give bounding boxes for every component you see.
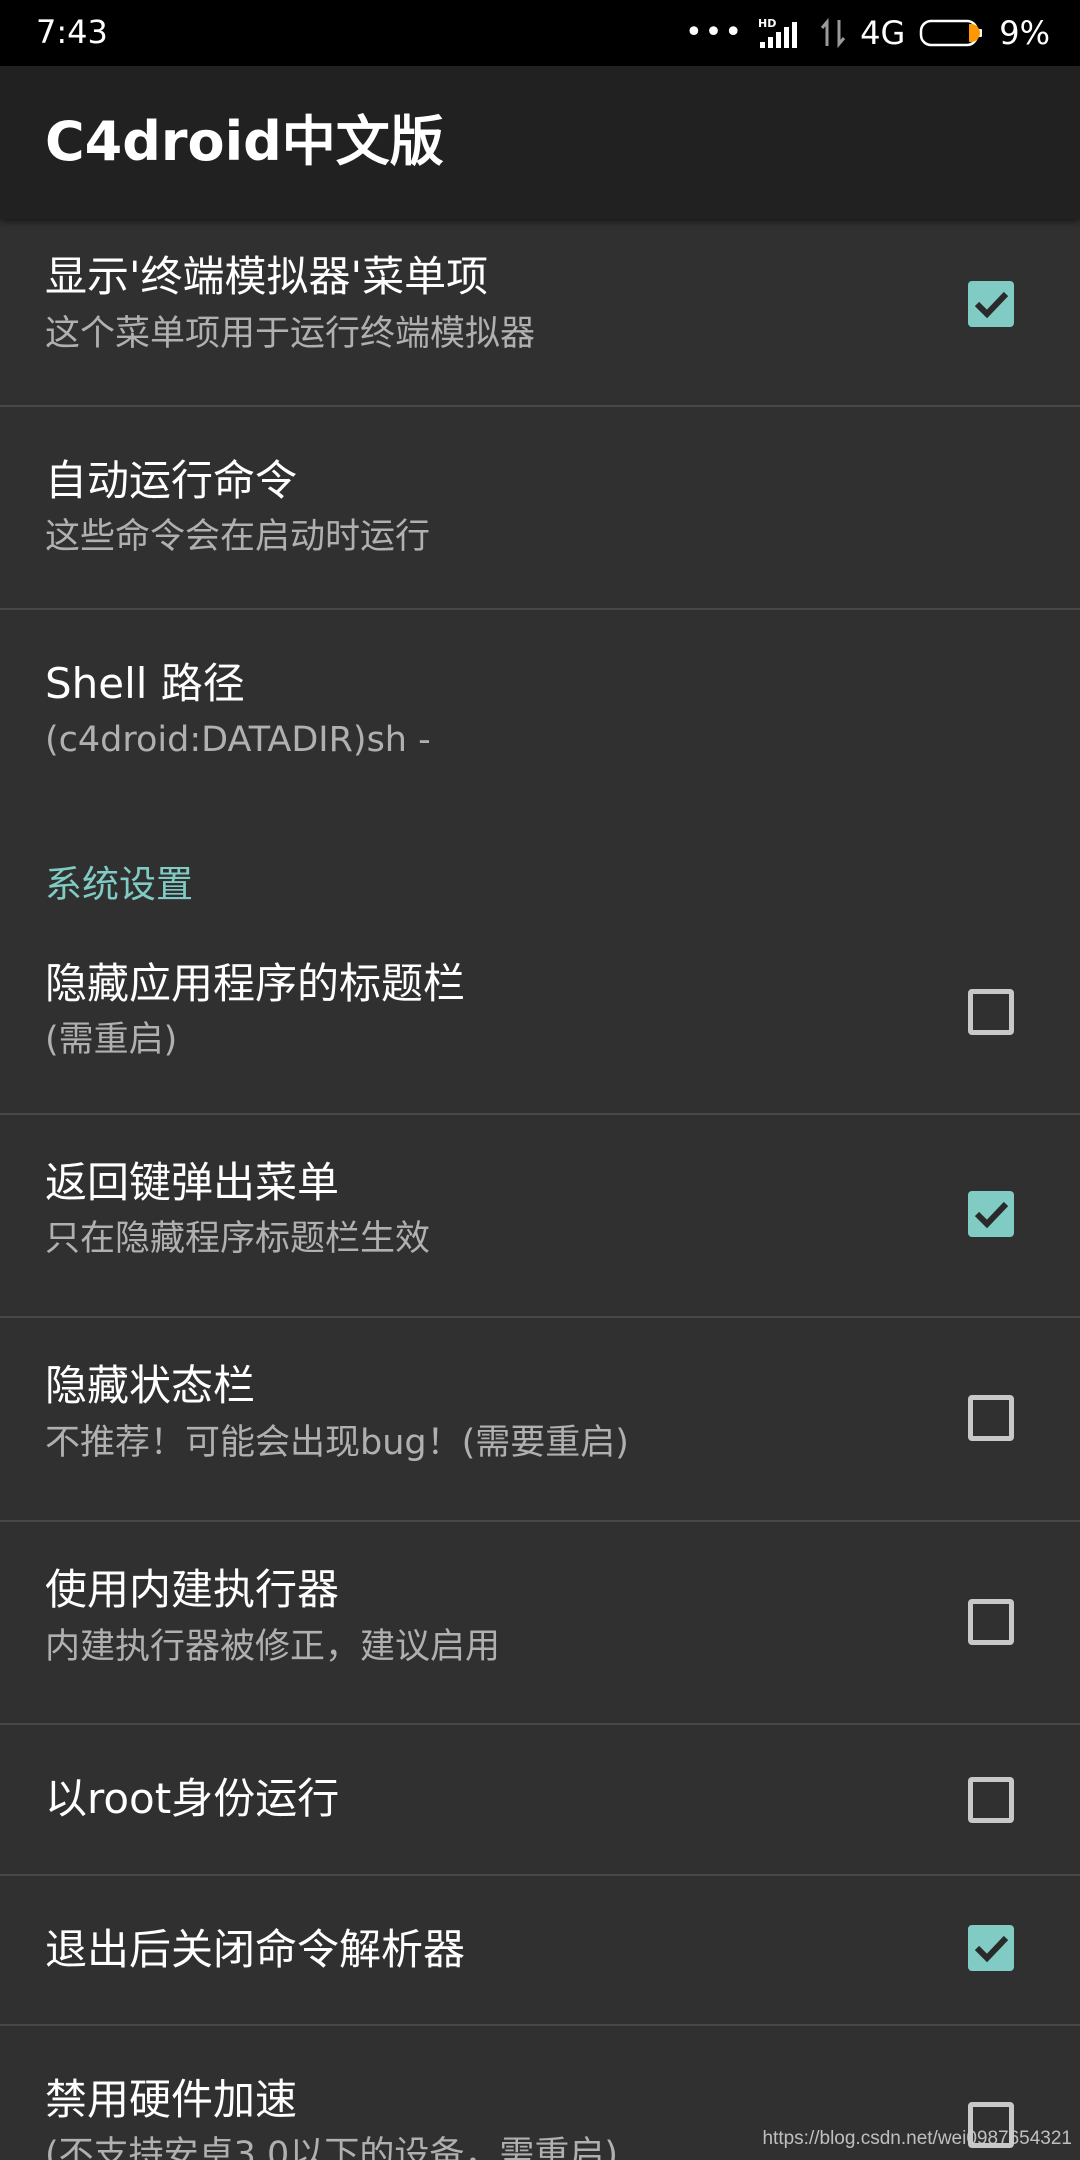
status-time: 7:43 [36, 13, 108, 51]
pref-title: 返回键弹出菜单 [45, 1158, 340, 1207]
pref-summary: (不支持安卓3.0以下的设备，需重启) [45, 2135, 618, 2160]
pref-title: 隐藏应用程序的标题栏 [45, 959, 466, 1008]
pref-title: 隐藏状态栏 [45, 1361, 256, 1410]
pref-summary: 内建执行器被修正，建议启用 [45, 1627, 501, 1667]
hd-signal-icon: HD [758, 17, 798, 48]
checkbox[interactable] [968, 989, 1014, 1035]
pref-close-shell[interactable]: 退出后关闭命令解析器 [0, 1876, 1080, 2026]
status-icons: ••• HD 4G 9% [685, 12, 1050, 54]
pref-summary: 这个菜单项用于运行终端模拟器 [45, 314, 536, 354]
pref-summary: (需重启) [45, 1020, 178, 1060]
pref-title: 以root身份运行 [45, 1774, 340, 1823]
pref-title: 使用内建执行器 [45, 1565, 340, 1614]
screen: 7:43 ••• HD 4G 9% C4droid中文版 显示'终端模拟器'菜单… [0, 0, 1080, 2160]
app-title: C4droid中文版 [45, 110, 444, 173]
watermark: https://blog.csdn.net/wei0987654321 [762, 2128, 1072, 2149]
pref-title: 禁用硬件加速 [45, 2075, 298, 2124]
status-bar: 7:43 ••• HD 4G 9% [0, 0, 1080, 66]
pref-autorun-commands[interactable]: 自动运行命令 这些命令会在启动时运行 [0, 407, 1080, 610]
network-type: 4G [860, 14, 906, 52]
checkbox[interactable] [968, 1191, 1014, 1237]
battery-icon [919, 19, 983, 47]
pref-terminal-menu[interactable]: 显示'终端模拟器'菜单项 这个菜单项用于运行终端模拟器 [0, 219, 1080, 407]
more-dots-icon: ••• [684, 15, 745, 50]
checkbox[interactable] [968, 1599, 1014, 1645]
pref-back-key-menu[interactable]: 返回键弹出菜单 只在隐藏程序标题栏生效 [0, 1115, 1080, 1318]
checkbox[interactable] [968, 1925, 1014, 1971]
data-arrows-icon [820, 17, 846, 49]
battery-level: 9% [999, 14, 1050, 52]
pref-shell-path[interactable]: Shell 路径 (c4droid:DATADIR)sh - [0, 610, 1080, 810]
pref-builtin-executor[interactable]: 使用内建执行器 内建执行器被修正，建议启用 [0, 1522, 1080, 1725]
pref-summary: 这些命令会在启动时运行 [45, 517, 431, 557]
pref-hide-statusbar[interactable]: 隐藏状态栏 不推荐！可能会出现bug！(需要重启) [0, 1318, 1080, 1522]
app-bar: C4droid中文版 [0, 66, 1080, 219]
svg-text:HD: HD [758, 17, 776, 30]
category-system-settings: 系统设置 [45, 863, 193, 906]
pref-title: 显示'终端模拟器'菜单项 [45, 252, 489, 301]
pref-title: 自动运行命令 [45, 456, 298, 505]
pref-summary: 只在隐藏程序标题栏生效 [45, 1219, 431, 1259]
pref-summary: 不推荐！可能会出现bug！(需要重启) [45, 1423, 629, 1463]
pref-title: 退出后关闭命令解析器 [45, 1925, 466, 1974]
checkbox[interactable] [968, 1777, 1014, 1823]
pref-run-as-root[interactable]: 以root身份运行 [0, 1725, 1080, 1876]
checkbox[interactable] [968, 1395, 1014, 1441]
checkbox[interactable] [968, 281, 1014, 327]
pref-title: Shell 路径 [45, 659, 245, 708]
pref-hide-titlebar[interactable]: 隐藏应用程序的标题栏 (需重启) [0, 930, 1080, 1115]
pref-summary: (c4droid:DATADIR)sh - [45, 720, 431, 760]
